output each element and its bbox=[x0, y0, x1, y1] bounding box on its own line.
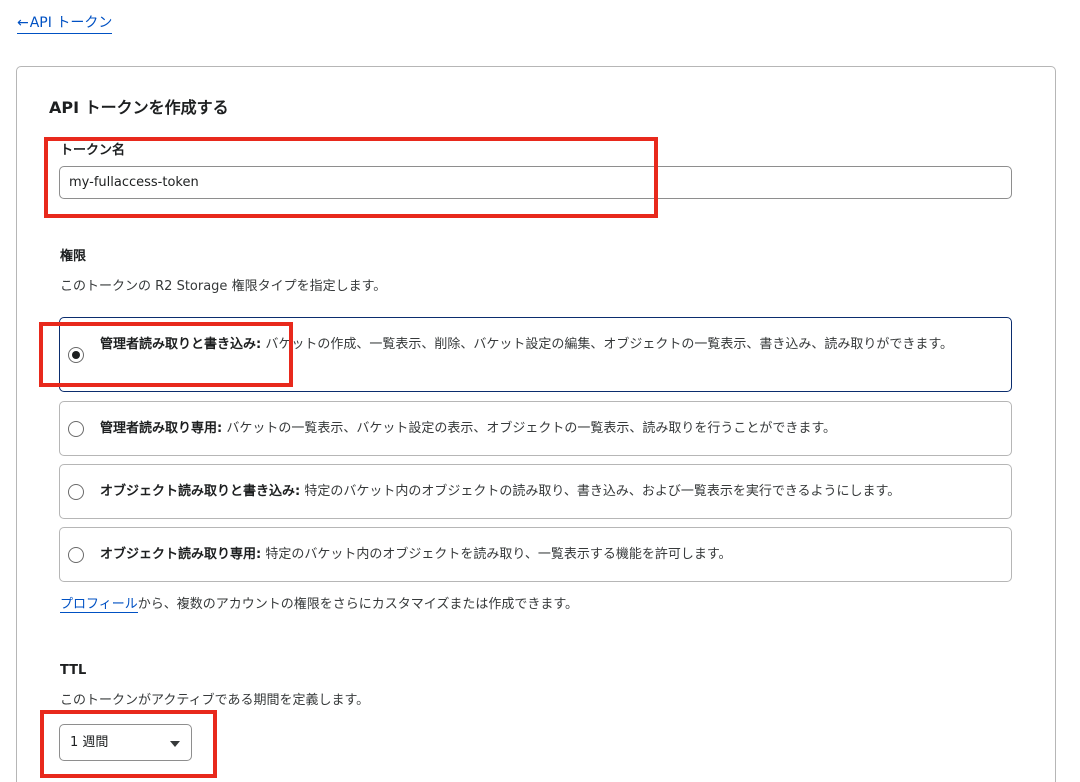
left-arrow-icon: ← bbox=[17, 15, 29, 31]
permission-option-text: オブジェクト読み取り専用: 特定のバケット内のオブジェクトを読み取り、一覧表示す… bbox=[100, 544, 997, 565]
permission-option-admin-read-write[interactable]: 管理者読み取りと書き込み: バケットの作成、一覧表示、削除、バケット設定の編集、… bbox=[59, 317, 1012, 392]
permission-option-description: 特定のバケット内のオブジェクトを読み取り、一覧表示する機能を許可します。 bbox=[261, 547, 732, 562]
permission-option-text: 管理者読み取り専用: バケットの一覧表示、バケット設定の表示、オブジェクトの一覧… bbox=[100, 418, 997, 439]
ttl-select[interactable]: 1 週間 bbox=[59, 724, 192, 761]
permission-option-description: バケットの作成、一覧表示、削除、バケット設定の編集、オブジェクトの一覧表示、書き… bbox=[261, 337, 954, 352]
profile-hint-text: から、複数のアカウントの権限をさらにカスタマイズまたは作成できます。 bbox=[137, 597, 579, 612]
permission-option-title: 管理者読み取りと書き込み: bbox=[100, 337, 262, 352]
token-name-input[interactable] bbox=[59, 166, 1012, 199]
page: ← API トークン API トークンを作成する トークン名 権限 このトークン… bbox=[0, 0, 1080, 782]
radio-unchecked-icon[interactable] bbox=[68, 546, 84, 563]
token-name-label: トークン名 bbox=[60, 143, 126, 158]
permission-option-description: バケットの一覧表示、バケット設定の表示、オブジェクトの一覧表示、読み取りを行うこ… bbox=[222, 421, 837, 436]
ttl-selected-value: 1 週間 bbox=[70, 735, 109, 750]
ttl-label: TTL bbox=[60, 663, 87, 678]
profile-hint: プロフィールから、複数のアカウントの権限をさらにカスタマイズまたは作成できます。 bbox=[60, 595, 578, 615]
permission-option-admin-read-only[interactable]: 管理者読み取り専用: バケットの一覧表示、バケット設定の表示、オブジェクトの一覧… bbox=[59, 401, 1012, 456]
permission-option-title: 管理者読み取り専用: bbox=[100, 421, 223, 436]
permission-option-title: オブジェクト読み取りと書き込み: bbox=[100, 484, 301, 499]
ttl-description: このトークンがアクティブである期間を定義します。 bbox=[60, 693, 370, 708]
permission-option-text: 管理者読み取りと書き込み: バケットの作成、一覧表示、削除、バケット設定の編集、… bbox=[100, 334, 997, 355]
permissions-description: このトークンの R2 Storage 権限タイプを指定します。 bbox=[60, 279, 387, 294]
permissions-label: 権限 bbox=[60, 249, 87, 264]
radio-unchecked-icon[interactable] bbox=[68, 483, 84, 500]
profile-link[interactable]: プロフィール bbox=[60, 597, 138, 613]
permission-option-title: オブジェクト読み取り専用: bbox=[100, 547, 262, 562]
permission-option-text: オブジェクト読み取りと書き込み: 特定のバケット内のオブジェクトの読み取り、書き… bbox=[100, 481, 997, 502]
back-link-label: API トークン bbox=[29, 15, 113, 31]
back-to-api-tokens-link[interactable]: ← API トークン bbox=[17, 14, 113, 34]
radio-unchecked-icon[interactable] bbox=[68, 420, 84, 437]
permission-option-description: 特定のバケット内のオブジェクトの読み取り、書き込み、および一覧表示を実行できるよ… bbox=[300, 484, 901, 499]
caret-down-icon bbox=[170, 741, 180, 747]
radio-checked-icon[interactable] bbox=[68, 346, 84, 363]
permission-option-object-read-write[interactable]: オブジェクト読み取りと書き込み: 特定のバケット内のオブジェクトの読み取り、書き… bbox=[59, 464, 1012, 519]
page-title: API トークンを作成する bbox=[49, 98, 229, 117]
permission-option-object-read-only[interactable]: オブジェクト読み取り専用: 特定のバケット内のオブジェクトを読み取り、一覧表示す… bbox=[59, 527, 1012, 582]
